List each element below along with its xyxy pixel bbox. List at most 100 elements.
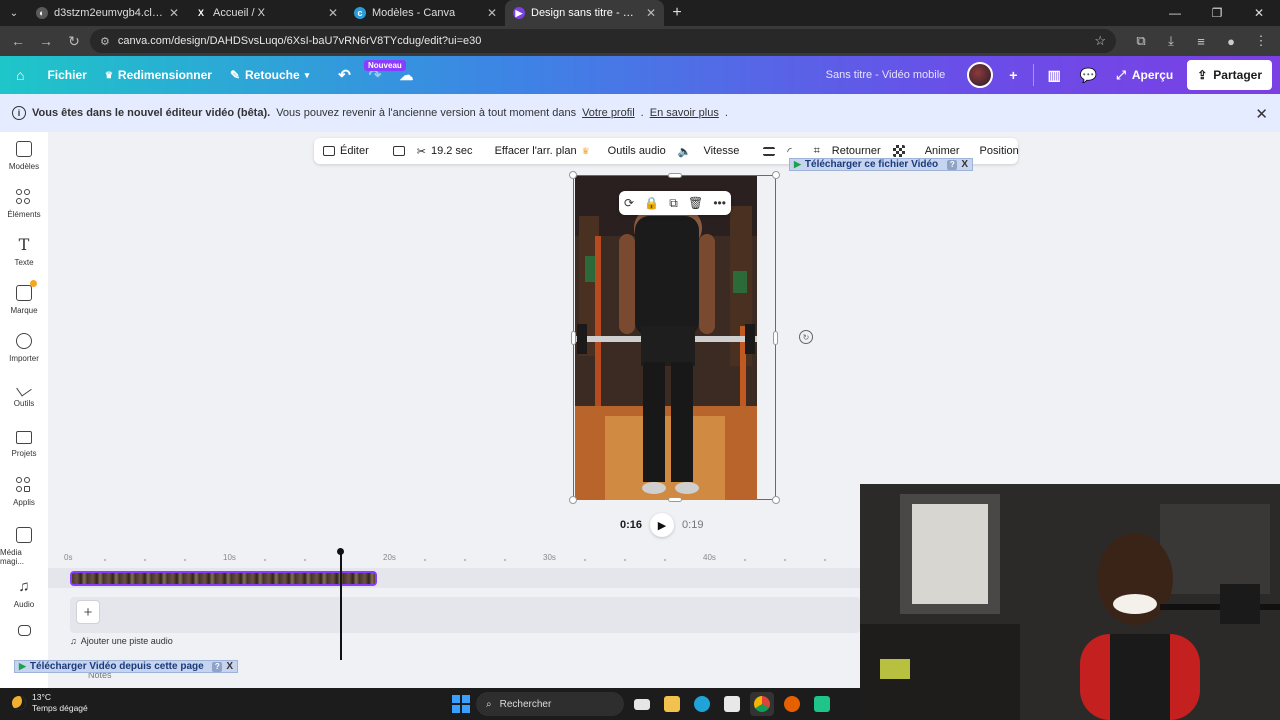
store-icon[interactable] xyxy=(720,692,744,716)
add-page-button[interactable]: + xyxy=(76,600,100,624)
video-clip[interactable] xyxy=(70,571,377,586)
browser-tab[interactable]: c Modèles - Canva ✕ xyxy=(346,0,505,26)
add-collaborator-button[interactable]: + xyxy=(999,61,1027,89)
download-page-extension-bar[interactable]: ▶ Télécharger Vidéo depuis cette page ? … xyxy=(14,660,238,673)
resize-handle-top-right[interactable] xyxy=(772,171,780,179)
sidebar-item-elements[interactable]: Éléments xyxy=(0,180,48,228)
transparency-button[interactable] xyxy=(890,145,908,157)
sidebar-item-outils[interactable]: Outils xyxy=(0,372,48,420)
close-download-bar[interactable]: X xyxy=(226,661,233,672)
rotate-icon[interactable]: ↻ xyxy=(799,330,813,344)
app-green-icon[interactable] xyxy=(810,692,834,716)
minimize-icon[interactable]: — xyxy=(1154,0,1196,26)
video-frame-selected[interactable] xyxy=(569,171,780,504)
windows-start-icon[interactable] xyxy=(452,695,470,713)
browser-tab-active[interactable]: ▶ Design sans titre - Vidéo mobil ✕ xyxy=(505,0,664,26)
new-tab-button[interactable]: + xyxy=(664,0,690,26)
audio-tools-button[interactable]: Outils audio xyxy=(605,145,669,157)
profile-link[interactable]: Votre profil xyxy=(582,107,635,119)
playhead-line[interactable] xyxy=(340,552,342,660)
resize-handle-bottom-right[interactable] xyxy=(772,496,780,504)
apercu-button[interactable]: ⤢ Aperçu xyxy=(1108,61,1181,89)
resize-handle-top[interactable] xyxy=(668,173,682,178)
sidebar-item-audio[interactable]: ♫ Audio xyxy=(0,570,48,618)
comments-button[interactable]: 💬 xyxy=(1074,61,1102,89)
sidebar-item-video[interactable] xyxy=(0,616,48,644)
tab-close-icon[interactable]: ✕ xyxy=(169,6,179,20)
trash-icon[interactable]: 🗑 xyxy=(688,196,703,210)
sidebar-item-media-magique[interactable]: Média magi... xyxy=(0,522,48,570)
resize-handle-bottom-left[interactable] xyxy=(569,496,577,504)
timeline-ruler[interactable]: 0s 10s 20s 30s 40s xyxy=(48,550,860,566)
reload-icon[interactable]: ↻ xyxy=(62,29,86,53)
weather-widget[interactable]: 13°C Temps dégagé xyxy=(12,692,88,714)
remove-background-button[interactable]: Effacer l'arr. plan ♛ xyxy=(492,145,593,157)
add-audio-track-button[interactable]: ♫ Ajouter une piste audio xyxy=(70,636,173,646)
firefox-icon[interactable] xyxy=(780,692,804,716)
sidebar-item-modeles[interactable]: Modèles xyxy=(0,132,48,180)
help-button[interactable]: ? xyxy=(212,661,223,672)
line-style-button[interactable] xyxy=(760,146,778,156)
close-icon[interactable]: ✕ xyxy=(1255,105,1268,123)
tab-close-icon[interactable]: ✕ xyxy=(646,6,656,20)
sidebar-item-importer[interactable]: Importer xyxy=(0,324,48,372)
tab-close-icon[interactable]: ✕ xyxy=(328,6,338,20)
learn-more-link[interactable]: En savoir plus xyxy=(650,107,719,119)
lock-icon[interactable]: 🔒 xyxy=(644,196,659,210)
play-button[interactable]: ▶ xyxy=(650,513,675,537)
downloads-icon[interactable]: ⤓ xyxy=(1158,29,1184,53)
home-button[interactable]: ⌂ xyxy=(0,56,38,94)
edge-browser-icon[interactable] xyxy=(690,692,714,716)
resize-handle-right[interactable] xyxy=(773,331,778,345)
document-title[interactable]: Sans titre - Vidéo mobile xyxy=(826,69,946,81)
tab-close-icon[interactable]: ✕ xyxy=(487,6,497,20)
sidebar-item-marque[interactable]: Marque xyxy=(0,276,48,324)
close-download-bar[interactable]: X xyxy=(961,159,968,170)
flip-button[interactable]: Retourner xyxy=(829,145,884,157)
profile-icon[interactable]: ● xyxy=(1218,29,1244,53)
taskbar-search[interactable]: ⌕ Rechercher xyxy=(476,692,624,716)
bookmark-star-icon[interactable]: ☆ xyxy=(1094,33,1106,49)
sidebar-item-projets[interactable]: Projets xyxy=(0,420,48,468)
maximize-icon[interactable]: ❐ xyxy=(1196,0,1238,26)
download-video-extension-bar[interactable]: ▶ Télécharger ce fichier Vidéo ? X xyxy=(789,158,973,171)
trim-duration-button[interactable]: ✂ 19.2 sec xyxy=(414,145,476,158)
resize-handle-left[interactable] xyxy=(571,331,576,345)
fichier-menu[interactable]: Fichier xyxy=(38,56,95,94)
browser-tab[interactable]: X Accueil / X ✕ xyxy=(187,0,346,26)
extensions-puzzle-icon[interactable]: ⧉ xyxy=(1128,29,1154,53)
task-view-icon[interactable] xyxy=(630,692,654,716)
tab-media-icon[interactable]: ≡ xyxy=(1188,29,1214,53)
position-button[interactable]: Position xyxy=(977,145,1022,157)
corner-rounding-button[interactable]: ◜ xyxy=(784,145,794,158)
animate-button[interactable]: Animer xyxy=(922,145,963,157)
site-settings-icon[interactable]: ⚙ xyxy=(100,35,110,48)
browser-menu-icon[interactable]: ⋮ xyxy=(1248,29,1274,53)
insights-button[interactable]: ▥ xyxy=(1040,61,1068,89)
duplicate-icon[interactable]: ⧉ xyxy=(669,196,678,211)
crop-button[interactable]: ⌗ xyxy=(811,145,823,158)
editer-button[interactable]: Éditer xyxy=(320,145,372,157)
resize-handle-bottom[interactable] xyxy=(668,497,682,502)
playhead-handle[interactable] xyxy=(337,548,344,555)
avatar[interactable] xyxy=(967,62,994,88)
more-options-icon[interactable]: ••• xyxy=(713,196,726,210)
file-explorer-icon[interactable] xyxy=(660,692,684,716)
refresh-icon[interactable]: ⟳ xyxy=(624,196,634,210)
speed-button[interactable]: Vitesse xyxy=(700,145,742,157)
redimensionner-button[interactable]: ♛ Redimensionner xyxy=(96,56,221,94)
chrome-icon[interactable] xyxy=(750,692,774,716)
help-button[interactable]: ? xyxy=(947,159,958,170)
back-arrow-icon[interactable]: ← xyxy=(6,29,30,53)
forward-arrow-icon[interactable]: → xyxy=(34,29,58,53)
browser-tab[interactable]: ◐ d3stzm2eumvgb4.cloudfront.n ✕ xyxy=(28,0,187,26)
volume-button[interactable]: 🔈 xyxy=(675,145,695,158)
sidebar-item-applis[interactable]: Applis xyxy=(0,468,48,516)
sidebar-item-texte[interactable]: T Texte xyxy=(0,228,48,276)
retouche-menu[interactable]: ✎ Retouche ▾ xyxy=(221,56,318,94)
tab-search-chevron-icon[interactable]: ⌄ xyxy=(0,0,28,26)
split-button[interactable] xyxy=(390,146,408,156)
close-window-icon[interactable]: ✕ xyxy=(1238,0,1280,26)
undo-button[interactable]: ↶ xyxy=(318,56,360,94)
resize-handle-top-left[interactable] xyxy=(569,171,577,179)
